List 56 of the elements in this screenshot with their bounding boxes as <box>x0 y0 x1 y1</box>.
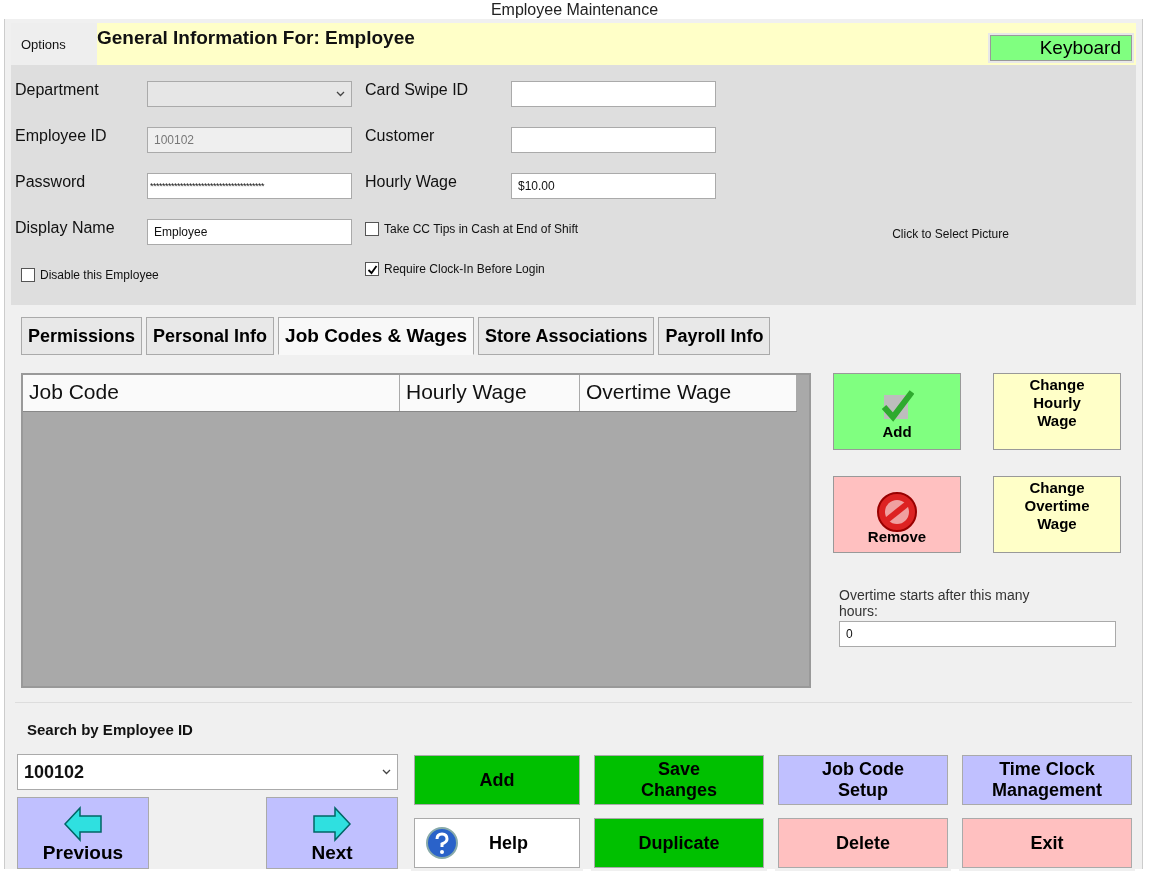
question-mark-icon <box>425 826 459 860</box>
wage-button[interactable]: Remove <box>833 476 961 553</box>
input-field[interactable]: Employee <box>147 219 352 245</box>
header-title: General Information For: Employee <box>97 26 415 49</box>
input-field[interactable] <box>511 81 716 107</box>
action-button[interactable]: Save Changes <box>594 755 764 805</box>
field-label: Display Name <box>15 219 116 238</box>
checkbox-label: Require Clock-In Before Login <box>384 262 545 276</box>
column-header[interactable]: Overtime Wage <box>580 375 797 411</box>
tab[interactable]: Personal Info <box>146 317 275 355</box>
action-button[interactable]: Add <box>414 755 580 805</box>
action-button[interactable]: Delete <box>778 818 948 868</box>
left-arrow-icon <box>63 806 103 842</box>
employee-id-combobox[interactable]: 100102 <box>17 754 398 790</box>
field-label: Employee ID <box>15 127 108 146</box>
chevron-down-icon <box>336 91 345 97</box>
field-label: Hourly Wage <box>365 173 458 192</box>
picture-prompt[interactable]: Click to Select Picture <box>892 227 1009 241</box>
no-entry-icon <box>875 490 919 534</box>
wage-button[interactable]: Change Hourly Wage <box>993 373 1121 450</box>
password-field[interactable]: ************************************** <box>147 173 352 199</box>
checkmark-icon <box>880 389 914 423</box>
action-button[interactable]: Exit <box>962 818 1132 868</box>
column-header[interactable]: Job Code <box>23 375 400 411</box>
field-label: Department <box>15 81 100 100</box>
tab[interactable]: Permissions <box>21 317 143 355</box>
input-field[interactable]: $10.00 <box>511 173 716 199</box>
keyboard-button[interactable]: Keyboard <box>990 35 1132 61</box>
action-button[interactable]: Duplicate <box>594 818 764 868</box>
right-arrow-icon <box>312 806 352 842</box>
field-label: Customer <box>365 127 436 146</box>
field-label: Password <box>15 173 87 192</box>
tab[interactable]: Payroll Info <box>658 317 771 355</box>
checkbox[interactable] <box>21 268 35 282</box>
options-menu[interactable]: Options <box>11 23 97 65</box>
action-button[interactable]: Job Code Setup <box>778 755 948 805</box>
tab[interactable]: Job Codes & Wages <box>278 317 475 355</box>
checkbox-label: Take CC Tips in Cash at End of Shift <box>384 222 579 236</box>
overtime-field[interactable]: 0 <box>839 621 1116 647</box>
wage-button[interactable]: Change Overtime Wage <box>993 476 1121 553</box>
action-button[interactable]: Help <box>414 818 580 868</box>
checkbox-label: Disable this Employee <box>40 268 159 282</box>
action-button[interactable]: Time Clock Management <box>962 755 1132 805</box>
overtime-label: Overtime starts after this many hours: <box>839 587 1031 619</box>
chevron-down-icon <box>382 769 391 775</box>
nav-button[interactable]: Previous <box>17 797 149 869</box>
wage-button[interactable]: Add <box>833 373 961 450</box>
checkbox[interactable] <box>365 262 379 276</box>
checkbox[interactable] <box>365 222 379 236</box>
input-field[interactable] <box>511 127 716 153</box>
search-label: Search by Employee ID <box>27 721 194 738</box>
field-label: Card Swipe ID <box>365 81 470 100</box>
column-header[interactable]: Hourly Wage <box>400 375 580 411</box>
tab[interactable]: Store Associations <box>478 317 655 355</box>
nav-button[interactable]: Next <box>266 797 398 869</box>
window-title: Employee Maintenance <box>490 0 659 19</box>
